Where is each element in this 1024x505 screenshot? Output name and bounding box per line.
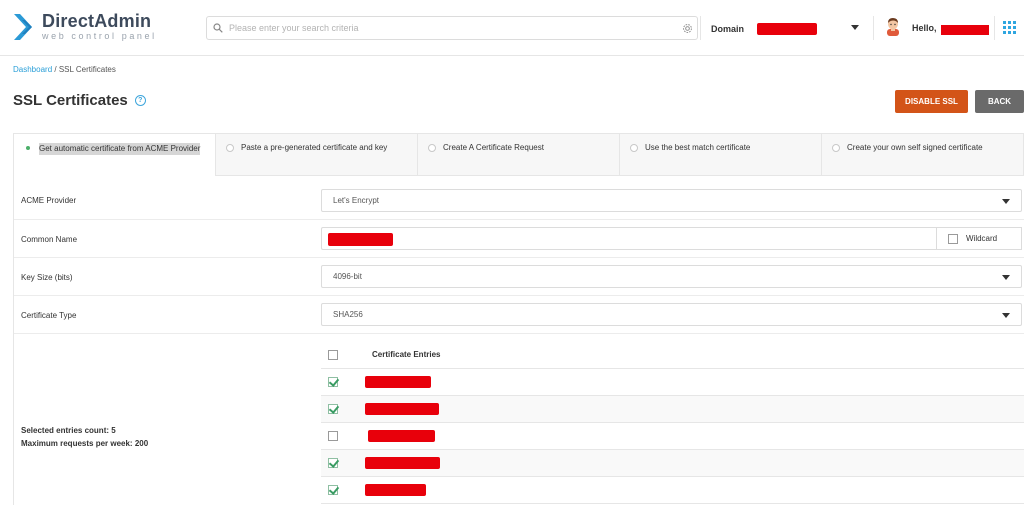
logo-title: DirectAdmin xyxy=(42,11,152,31)
tab-label: Create your own self signed certificate xyxy=(847,143,983,152)
form-row-certificate-type: Certificate Type SHA256 xyxy=(14,296,1024,334)
certificate-entry-row xyxy=(321,477,1024,504)
breadcrumb-separator: / xyxy=(52,65,59,74)
tab-self-signed[interactable]: Create your own self signed certificate xyxy=(822,134,1023,176)
key-size-label: Key Size (bits) xyxy=(21,273,73,282)
user-menu[interactable]: Hello, xyxy=(884,16,989,40)
certificate-type-value: SHA256 xyxy=(333,310,363,319)
domain-label: Domain xyxy=(711,24,745,34)
disable-ssl-button[interactable]: DISABLE SSL xyxy=(895,90,968,113)
divider xyxy=(994,16,995,40)
common-name-redacted xyxy=(328,233,393,246)
acme-form: ACME Provider Let's Encrypt Common Name … xyxy=(13,176,1024,505)
certificate-entry-row xyxy=(321,423,1024,450)
apps-grid-icon[interactable] xyxy=(1003,21,1016,34)
tab-paste-certificate[interactable]: Paste a pre-generated certificate and ke… xyxy=(216,134,418,176)
entry-checkbox[interactable] xyxy=(328,404,338,414)
entry-checkbox[interactable] xyxy=(328,458,338,468)
domain-select[interactable]: Domain xyxy=(711,18,871,40)
key-size-value: 4096-bit xyxy=(333,272,362,281)
chevron-down-icon xyxy=(1002,275,1010,280)
logo[interactable]: DirectAdmin web control panel xyxy=(12,12,157,42)
certificate-entries-table: Certificate Entries xyxy=(321,341,1024,504)
form-row-key-size: Key Size (bits) 4096-bit xyxy=(14,258,1024,296)
back-button[interactable]: BACK xyxy=(975,90,1024,113)
radio-icon xyxy=(428,144,436,152)
help-icon[interactable]: ? xyxy=(134,95,146,106)
page-title-text: SSL Certificates xyxy=(13,92,128,109)
chevron-down-icon xyxy=(851,25,859,30)
tab-acme[interactable]: Get automatic certificate from ACME Prov… xyxy=(14,134,216,176)
selected-entries-count: Selected entries count: 5 xyxy=(21,426,116,435)
breadcrumb: Dashboard / SSL Certificates xyxy=(13,65,116,74)
tab-label: Paste a pre-generated certificate and ke… xyxy=(241,143,388,152)
entry-domain-redacted xyxy=(365,484,426,496)
search-input[interactable] xyxy=(229,18,677,38)
entry-checkbox[interactable] xyxy=(328,377,338,387)
avatar xyxy=(884,16,902,41)
domain-value-redacted xyxy=(757,23,818,35)
common-name-label: Common Name xyxy=(21,235,78,244)
entries-summary: Selected entries count: 5 Maximum reques… xyxy=(21,424,148,450)
certificate-entry-row xyxy=(321,396,1024,423)
divider xyxy=(700,16,701,40)
entry-domain-redacted xyxy=(365,376,431,388)
breadcrumb-current: SSL Certificates xyxy=(58,65,116,74)
search-icon xyxy=(207,23,229,33)
tab-label: Use the best match certificate xyxy=(645,143,751,152)
select-all-checkbox[interactable] xyxy=(328,349,338,360)
key-size-select[interactable]: 4096-bit xyxy=(321,265,1022,288)
checkbox-icon xyxy=(948,233,958,244)
ssl-mode-tabs: Get automatic certificate from ACME Prov… xyxy=(13,133,1024,176)
entry-domain-redacted xyxy=(365,457,440,469)
entry-domain-redacted xyxy=(365,403,439,415)
tab-label: Get automatic certificate from ACME Prov… xyxy=(39,143,201,155)
acme-provider-value: Let's Encrypt xyxy=(333,196,379,205)
chevron-down-icon xyxy=(1002,313,1010,318)
certificate-type-select[interactable]: SHA256 xyxy=(321,303,1022,326)
search-box xyxy=(206,16,698,40)
tab-label: Create A Certificate Request xyxy=(443,143,544,152)
acme-provider-select[interactable]: Let's Encrypt xyxy=(321,189,1022,212)
entry-checkbox[interactable] xyxy=(328,431,338,441)
divider xyxy=(873,16,874,40)
directadmin-logo-icon xyxy=(12,12,36,42)
entries-header-row: Certificate Entries xyxy=(321,341,1024,369)
wildcard-checkbox[interactable]: Wildcard xyxy=(936,227,1022,250)
logo-subtitle: web control panel xyxy=(42,31,157,41)
breadcrumb-dashboard-link[interactable]: Dashboard xyxy=(13,65,52,74)
acme-provider-label: ACME Provider xyxy=(21,196,77,205)
gear-icon[interactable] xyxy=(677,23,697,34)
page-title: SSL Certificates ? xyxy=(13,92,146,109)
top-bar: DirectAdmin web control panel Domain xyxy=(0,0,1024,56)
form-row-common-name: Common Name Wildcard xyxy=(14,220,1024,258)
radio-icon xyxy=(832,144,840,152)
chevron-down-icon xyxy=(1002,199,1010,204)
entry-domain-redacted xyxy=(368,430,435,442)
certificate-type-label: Certificate Type xyxy=(21,311,77,320)
common-name-input[interactable] xyxy=(321,227,937,250)
entries-header-label: Certificate Entries xyxy=(372,350,441,359)
form-row-acme-provider: ACME Provider Let's Encrypt xyxy=(14,176,1024,220)
radio-icon xyxy=(226,144,234,152)
certificate-entry-row xyxy=(321,450,1024,477)
max-requests-per-week: Maximum requests per week: 200 xyxy=(21,439,149,448)
hello-label: Hello, xyxy=(912,23,937,33)
tab-best-match[interactable]: Use the best match certificate xyxy=(620,134,822,176)
username-redacted xyxy=(940,25,989,35)
radio-icon xyxy=(630,144,638,152)
radio-icon xyxy=(24,144,32,152)
certificate-entry-row xyxy=(321,369,1024,396)
tab-certificate-request[interactable]: Create A Certificate Request xyxy=(418,134,620,176)
wildcard-label: Wildcard xyxy=(966,234,998,243)
entry-checkbox[interactable] xyxy=(328,485,338,495)
